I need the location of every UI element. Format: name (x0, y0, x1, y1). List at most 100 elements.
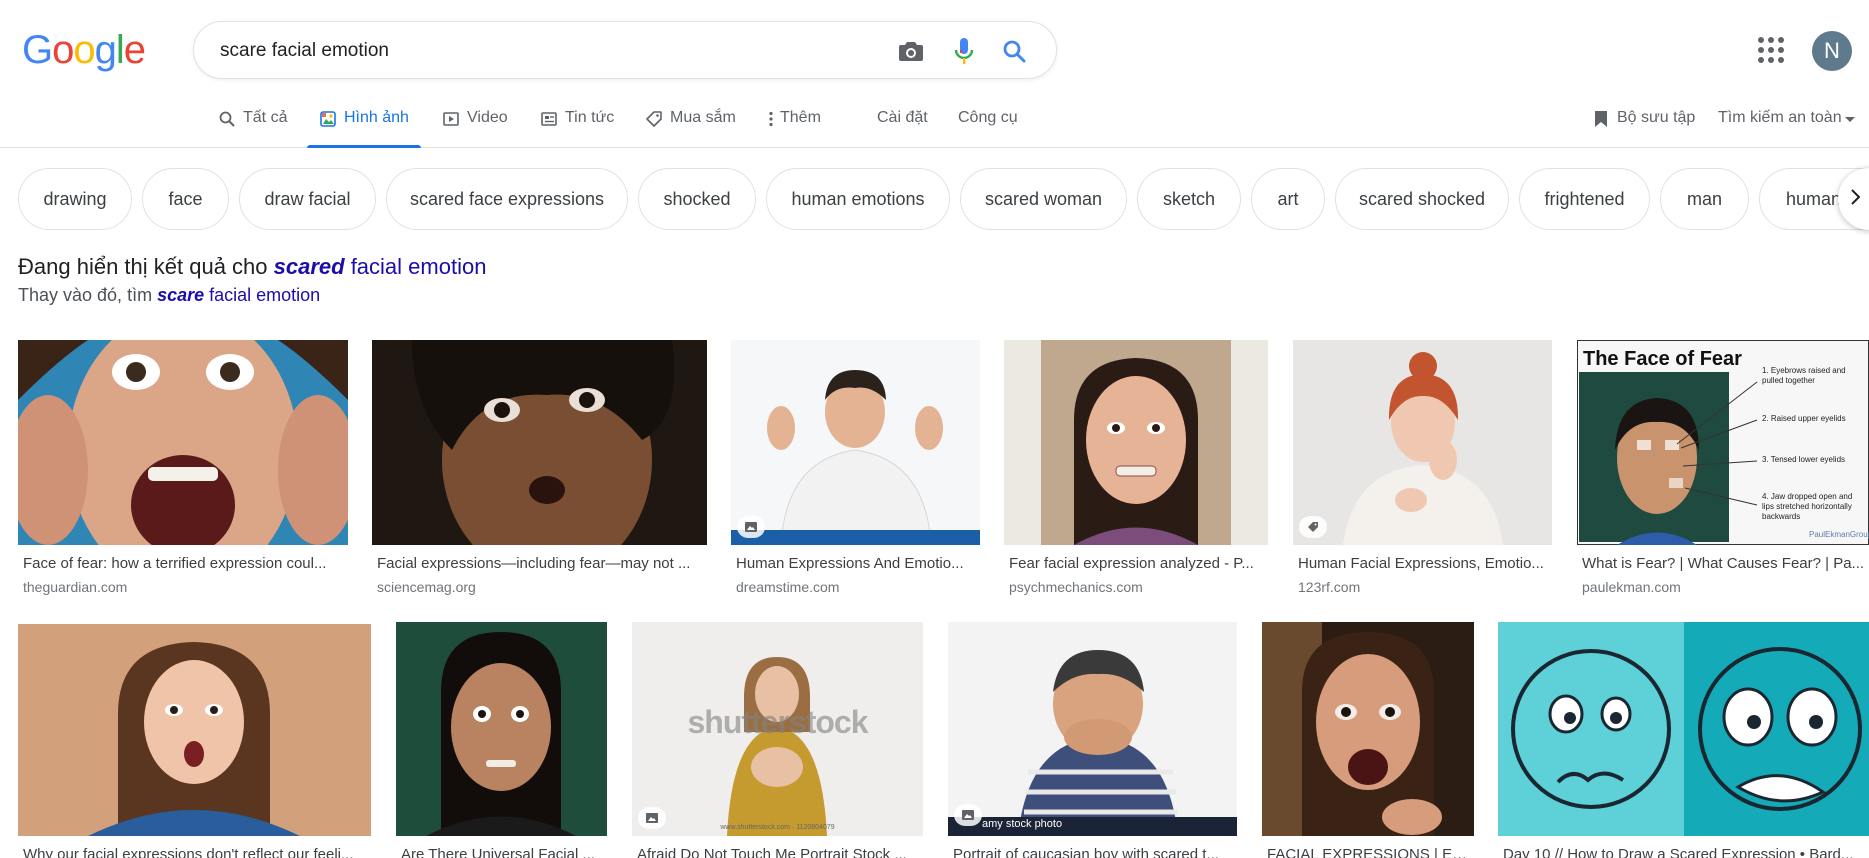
chip[interactable]: human emotions (766, 168, 950, 230)
result-title: Fear facial expression analyzed - P... (1009, 555, 1254, 572)
safe-search-dropdown[interactable]: Tìm kiếm an toàn (1718, 100, 1855, 148)
corrected-query-link[interactable]: scared facial emotion (274, 254, 487, 279)
result-title: What is Fear? | What Causes Fear? | Pa..… (1582, 555, 1865, 572)
chip[interactable]: face (142, 168, 229, 230)
result-title: Why our facial expressions don't reflect… (23, 846, 354, 858)
result-thumbnail (731, 340, 980, 545)
image-result[interactable]: Face of fear: how a terrified expression… (18, 340, 348, 600)
logo-letter: o (73, 28, 95, 72)
result-title: Day 10 // How to Draw a Scared Expressio… (1503, 846, 1854, 858)
figure-note: 3. Tensed lower eyelids (1762, 455, 1846, 464)
result-source: 123rf.com (1298, 579, 1361, 595)
video-icon (442, 109, 460, 129)
result-title: Facial expressions—including fear—may no… (377, 555, 691, 572)
tab-label: Video (467, 109, 508, 126)
header: Google N Tất cả Hình ảnh Video (0, 0, 1869, 148)
result-thumbnail: The Face of Fear 1. Eyebrows raised and … (1577, 340, 1869, 545)
tab-label: Hình ảnh (344, 109, 409, 126)
avatar[interactable]: N (1812, 31, 1852, 71)
chip[interactable]: scared shocked (1335, 168, 1509, 230)
search-icon (218, 109, 236, 129)
image-badge-icon (737, 516, 765, 538)
figure-heading: The Face of Fear (1583, 348, 1742, 370)
logo-letter: o (52, 28, 74, 72)
figure-note: 2. Raised upper eyelids (1762, 414, 1846, 423)
image-badge-icon (638, 807, 666, 829)
result-title: Portrait of caucasian boy with scared t.… (953, 846, 1219, 858)
watermark: shutterstock (687, 704, 868, 740)
thumbnail-caption: www.shutterstock.com · 1120804079 (720, 824, 835, 831)
tab-shopping[interactable]: Mua sắm (645, 100, 736, 148)
result-source: psychmechanics.com (1009, 579, 1143, 595)
result-thumbnail (18, 624, 371, 836)
image-result[interactable]: Fear facial expression analyzed - P... p… (1004, 340, 1268, 600)
image-result[interactable]: Day 10 // How to Draw a Scared Expressio… (1498, 622, 1869, 858)
original-rest: facial emotion (204, 285, 321, 305)
related-chips: drawing face draw facial scared face exp… (0, 168, 1869, 230)
logo-letter: G (22, 28, 53, 72)
tab-label: Mua sắm (670, 109, 736, 126)
search-input[interactable] (220, 36, 870, 66)
result-title: FACIAL EXPRESSIONS | Extr... (1267, 846, 1474, 858)
apps-grid-icon[interactable] (1755, 34, 1787, 66)
tab-label: Tin tức (565, 109, 615, 126)
chip[interactable]: scared woman (960, 168, 1127, 230)
search-instead: Thay vào đó, tìm scare facial emotion (18, 285, 320, 306)
tab-all[interactable]: Tất cả (218, 100, 287, 148)
image-result[interactable]: The Face of Fear 1. Eyebrows raised and … (1577, 340, 1869, 600)
image-icon (319, 109, 337, 129)
result-source: theguardian.com (23, 579, 128, 595)
tab-label: Tất cả (243, 109, 288, 126)
chip[interactable]: drawing (18, 168, 132, 230)
chip[interactable]: draw facial (239, 168, 376, 230)
chip[interactable]: sketch (1137, 168, 1241, 230)
image-result[interactable]: Why our facial expressions don't reflect… (18, 624, 371, 858)
bookmark-icon (1592, 109, 1610, 129)
result-thumbnail: shutterstock www.shutterstock.com · 1120… (632, 622, 923, 836)
result-thumbnail (18, 340, 348, 545)
chip[interactable]: shocked (638, 168, 756, 230)
tab-images[interactable]: Hình ảnh (307, 100, 421, 148)
tab-video[interactable]: Video (442, 100, 508, 148)
image-result[interactable]: FACIAL EXPRESSIONS | Extr... (1262, 622, 1474, 858)
search-tabs: Tất cả Hình ảnh Video Tin tức Mua sắm Th… (0, 100, 1869, 148)
chip[interactable]: frightened (1519, 168, 1650, 230)
image-result[interactable]: Human Expressions And Emotio... dreamsti… (731, 340, 980, 600)
image-result[interactable]: amy stock photo Portrait of caucasian bo… (948, 622, 1237, 858)
google-logo[interactable]: Google (22, 25, 146, 75)
showing-results-for: Đang hiển thị kết quả cho scared facial … (18, 254, 486, 280)
tab-label: Thêm (780, 109, 821, 126)
corrected-bold: scared (273, 254, 345, 279)
image-badge-icon (954, 804, 982, 826)
tab-more[interactable]: Thêm (766, 100, 821, 148)
instead-prefix: Thay vào đó, tìm (18, 285, 158, 305)
result-thumbnail (396, 622, 607, 836)
result-source: paulekman.com (1582, 579, 1681, 595)
figure-note: 1. Eyebrows raised and pulled together (1762, 366, 1846, 385)
figure-credit: PaulEkmanGroup (1809, 530, 1869, 539)
tools-link[interactable]: Công cụ (958, 109, 1018, 127)
chip[interactable]: scared face expressions (386, 168, 628, 230)
camera-icon[interactable] (894, 34, 928, 68)
chip[interactable]: man (1660, 168, 1749, 230)
original-bold: scare (157, 285, 205, 305)
image-result[interactable]: Human Facial Expressions, Emotio... 123r… (1293, 340, 1552, 600)
result-thumbnail (1293, 340, 1552, 545)
figure-note: 4. Jaw dropped open and lips stretched h… (1762, 492, 1853, 521)
thumbnail-banner: amy stock photo (982, 818, 1063, 830)
chip[interactable]: art (1251, 168, 1325, 230)
result-source: sciencemag.org (377, 579, 476, 595)
image-result[interactable]: Facial expressions—including fear—may no… (372, 340, 707, 600)
image-result[interactable]: Are There Universal Facial ... (396, 622, 607, 858)
collections-link[interactable]: Bộ sưu tập (1592, 100, 1695, 148)
chevron-down-icon (1844, 111, 1855, 129)
more-vert-icon (766, 109, 776, 129)
image-result[interactable]: shutterstock www.shutterstock.com · 1120… (632, 622, 923, 858)
result-title: Human Facial Expressions, Emotio... (1298, 555, 1544, 572)
original-query-link[interactable]: scare facial emotion (157, 285, 320, 305)
mic-icon[interactable] (947, 34, 981, 68)
tab-news[interactable]: Tin tức (540, 100, 614, 148)
result-thumbnail (372, 340, 707, 545)
search-icon[interactable] (997, 34, 1031, 68)
settings-link[interactable]: Cài đặt (877, 109, 928, 127)
